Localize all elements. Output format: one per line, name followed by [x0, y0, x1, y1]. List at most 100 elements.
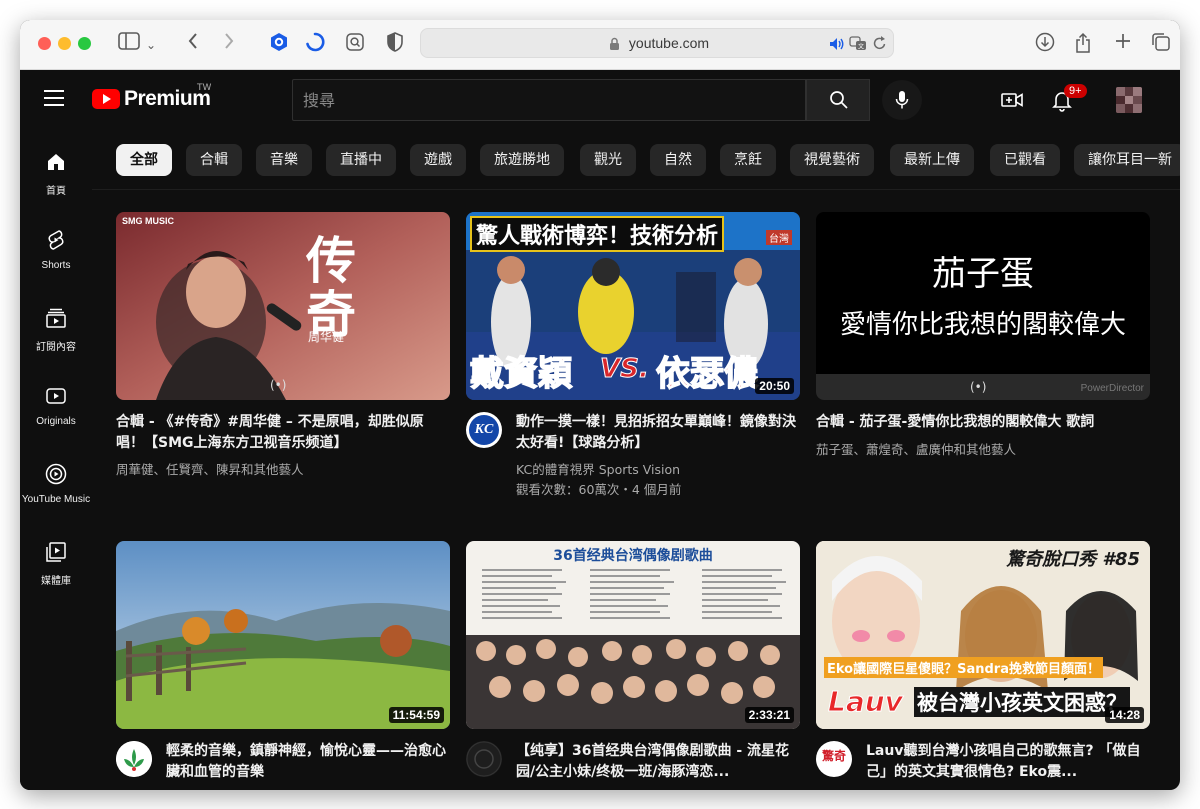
video-thumbnail[interactable]: 驚人戰術博弈！技術分析 台灣 戴資穎 VS. 依瑟儂 20:50 [466, 212, 800, 400]
lotus-logo-icon [116, 741, 152, 777]
channel-avatar[interactable] [466, 741, 502, 777]
thumb-subtitle: 周华健 [308, 330, 345, 344]
video-channels: 周華健、任賢齊、陳昇和其他藝人 [116, 462, 304, 477]
video-title[interactable]: 動作一摸一樣！見招拆招女單巔峰！鏡像對決太好看!【球路分析】 [516, 412, 800, 454]
sidebar-item-label: 媒體庫 [41, 576, 71, 587]
region-code: TW [197, 83, 212, 93]
video-card[interactable]: 茄子蛋 愛情你比我想的閣較偉大 (•) PowerDirector 合輯 - 茄… [816, 212, 1150, 502]
music-icon [45, 463, 67, 485]
video-card[interactable]: 驚人戰術博弈！技術分析 台灣 戴資穎 VS. 依瑟儂 20:50 KC 動作一摸… [466, 212, 800, 502]
chip-visual-arts[interactable]: 視覺藝術 [790, 144, 874, 176]
video-duration: 14:28 [1105, 707, 1144, 723]
chip-recently-uploaded[interactable]: 最新上傳 [890, 144, 974, 176]
extension-loading-icon[interactable] [302, 32, 328, 58]
thumb-line-2: 愛情你比我想的閣較偉大 [839, 310, 1126, 340]
thumb-show-title: 驚奇脫口秀 #85 [1006, 549, 1140, 570]
chip-live[interactable]: 直播中 [326, 144, 396, 176]
url-text: youtube.com [628, 35, 710, 51]
sidebar-item-subscriptions[interactable]: 訂閱內容 [20, 296, 92, 370]
thumb-title: 传奇 [306, 231, 356, 344]
video-thumbnail[interactable]: 36首经典台湾偶像剧歌曲 2:33:21 [466, 541, 800, 729]
extension-search-icon[interactable] [342, 32, 368, 58]
chip-gaming[interactable]: 遊戲 [410, 144, 466, 176]
account-avatar[interactable] [1116, 87, 1142, 113]
sidebar-item-library[interactable]: 媒體庫 [20, 530, 92, 604]
sidebar-item-home[interactable]: 首頁 [20, 140, 92, 214]
menu-icon[interactable] [44, 90, 64, 106]
subscriptions-icon [46, 308, 66, 328]
video-title[interactable]: Lauv聽到台灣小孩唱自己的歌無言? 「做自己」的英文其實很情色? Eko震..… [866, 741, 1150, 783]
video-thumbnail[interactable]: 11:54:59 [116, 541, 450, 729]
new-tab-icon[interactable] [1110, 32, 1136, 58]
back-icon[interactable] [180, 32, 206, 58]
thumb-guest-name: Lauv [828, 685, 904, 719]
address-bar[interactable]: youtube.com 文 [420, 28, 894, 58]
video-thumbnail[interactable]: 茄子蛋 愛情你比我想的閣較偉大 (•) PowerDirector [816, 212, 1150, 400]
search-box[interactable] [292, 79, 806, 121]
thumb-headline: 被台灣小孩英文困惑？ [914, 687, 1130, 717]
chip-cooking[interactable]: 烹飪 [720, 144, 776, 176]
sidebar-toggle-icon[interactable] [116, 32, 142, 58]
video-duration: 2:33:21 [744, 707, 794, 723]
video-card[interactable]: 36首经典台湾偶像剧歌曲 2:33:21 【纯享】36首经典台湾偶像剧歌曲 - … [466, 541, 800, 790]
create-video-icon[interactable] [1000, 88, 1024, 112]
chip-travel-destinations[interactable]: 旅遊勝地 [480, 144, 564, 176]
sidebar-item-label: Shorts [41, 260, 71, 271]
close-window-button[interactable] [38, 37, 51, 50]
chip-all[interactable]: 全部 [116, 144, 172, 176]
downloads-icon[interactable] [1032, 32, 1058, 58]
chip-mixes[interactable]: 合輯 [186, 144, 242, 176]
video-thumbnail[interactable]: 驚奇脫口秀 #85 Eko讓國際巨星傻眼？Sandra挽救節目顏面！ Lauv … [816, 541, 1150, 729]
browser-window: ⌄ youtube.com 文 Premium TW 搜尋 9+ 首頁 Shor… [20, 20, 1180, 790]
thumb-vs: VS. [600, 354, 650, 385]
chip-music[interactable]: 音樂 [256, 144, 312, 176]
video-channel-name[interactable]: KC的體育視界 Sports Vision [516, 460, 680, 479]
extension-shield-icon[interactable] [266, 32, 292, 58]
video-title[interactable]: 合輯 - 茄子蛋-愛情你比我想的閣較偉大 歌詞 [816, 412, 1136, 433]
svg-text:文: 文 [858, 43, 864, 51]
voice-search-button[interactable] [882, 80, 922, 120]
audio-playing-icon[interactable] [829, 36, 845, 55]
maximize-window-button[interactable] [78, 37, 91, 50]
thumb-caption: Eko讓國際巨星傻眼？Sandra挽救節目顏面！ [824, 657, 1103, 678]
chevron-down-icon[interactable]: ⌄ [142, 32, 160, 58]
channel-avatar-text: KC [469, 415, 499, 445]
channel-logo-icon [466, 741, 502, 777]
video-channels: 茄子蛋、蕭煌奇、盧廣仲和其他藝人 [816, 442, 1017, 457]
thumb-channel-badge: SMG MUSIC [122, 216, 175, 226]
sidebar-item-originals[interactable]: Originals [20, 374, 92, 448]
video-card[interactable]: 驚奇脫口秀 #85 Eko讓國際巨星傻眼？Sandra挽救節目顏面！ Lauv … [816, 541, 1150, 790]
video-card[interactable]: SMG MUSIC 传奇 周华健 (•) 合輯 - 《#传奇》#周华健 – 不是… [116, 212, 450, 502]
thumb-line-1: 茄子蛋 [932, 254, 1034, 294]
channel-avatar[interactable]: 驚奇 [816, 741, 852, 777]
video-card[interactable]: 11:54:59 輕柔的音樂，鎮靜神經，愉悅心靈——治愈心臟和血管的音樂 [116, 541, 450, 790]
thumb-player-right: 依瑟儂 [655, 353, 759, 395]
sidebar-item-youtube-music[interactable]: YouTube Music [20, 452, 92, 526]
channel-avatar[interactable] [116, 741, 152, 777]
chip-watched[interactable]: 已觀看 [990, 144, 1060, 176]
chip-sightseeing[interactable]: 觀光 [580, 144, 636, 176]
channel-avatar-text: 驚奇 [821, 749, 846, 763]
search-input[interactable] [293, 80, 805, 120]
forward-icon[interactable] [216, 32, 242, 58]
filter-chips-bar: 全部 合輯 音樂 直播中 遊戲 旅遊勝地 觀光 自然 烹飪 視覺藝術 最新上傳 … [92, 130, 1180, 190]
channel-avatar[interactable]: KC [466, 412, 502, 448]
reload-icon[interactable] [873, 35, 887, 55]
sidebar-item-shorts[interactable]: Shorts [20, 218, 92, 292]
video-title[interactable]: 【纯享】36首经典台湾偶像剧歌曲 - 流星花园/公主小妹/终极一班/海豚湾恋..… [516, 741, 800, 783]
translate-icon[interactable]: 文 [849, 35, 867, 55]
chip-new-to-you[interactable]: 讓你耳目一新 [1074, 144, 1180, 176]
tab-overview-icon[interactable] [1148, 32, 1174, 58]
thumb-player-left: 戴資穎 [469, 353, 573, 395]
video-title[interactable]: 合輯 - 《#传奇》#周华健 – 不是原唱，却胜似原唱！【SMG上海东方卫视音乐… [116, 412, 426, 454]
privacy-shield-icon[interactable] [382, 32, 408, 58]
search-button[interactable] [806, 79, 870, 121]
video-views-date: 觀看次數：60萬次・4 個月前 [516, 482, 682, 497]
thumb-headline: 驚人戰術博弈！技術分析 [470, 216, 725, 252]
minimize-window-button[interactable] [58, 37, 71, 50]
share-icon[interactable] [1070, 32, 1096, 58]
video-duration: 20:50 [755, 378, 794, 394]
video-title[interactable]: 輕柔的音樂，鎮靜神經，愉悅心靈——治愈心臟和血管的音樂 [166, 741, 450, 783]
video-thumbnail[interactable]: SMG MUSIC 传奇 周华健 (•) [116, 212, 450, 400]
chip-nature[interactable]: 自然 [650, 144, 706, 176]
